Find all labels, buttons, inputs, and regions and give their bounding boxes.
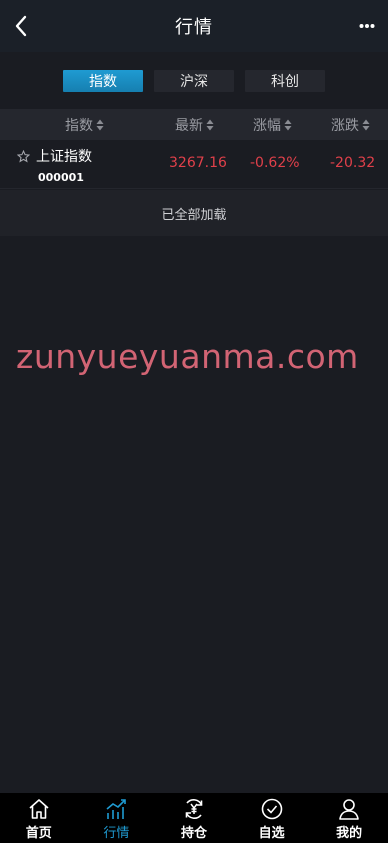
nav-label-holdings: 持仓 xyxy=(180,826,207,841)
column-change-header[interactable]: 涨跌 xyxy=(331,109,370,140)
nav-label-market: 行情 xyxy=(103,826,130,841)
star-icon[interactable] xyxy=(17,150,30,163)
chart-icon xyxy=(106,799,127,819)
user-icon xyxy=(339,799,359,820)
column-change-pct-label: 涨幅 xyxy=(253,117,281,134)
more-button[interactable] xyxy=(356,14,378,38)
top-bar: 行情 xyxy=(0,0,388,52)
tab-shanghai-shenzhen[interactable]: 沪深 xyxy=(154,69,234,92)
nav-item-watchlist[interactable]: 自选 xyxy=(233,793,311,843)
nav-item-holdings[interactable]: 持仓 xyxy=(155,793,233,843)
change-percent: -0.62% xyxy=(250,155,300,171)
tab-star-market[interactable]: 科创 xyxy=(245,69,325,92)
sort-icon xyxy=(284,119,292,130)
sort-icon xyxy=(362,119,370,130)
column-name-header[interactable]: 指数 xyxy=(65,109,104,140)
watermark-text: zunyueyuanma.com xyxy=(16,337,359,376)
table-header: 指数 最新 涨幅 涨跌 xyxy=(0,109,388,140)
column-latest-header[interactable]: 最新 xyxy=(175,109,214,140)
table-row[interactable]: 上证指数 000001 3267.16 -0.62% -20.32 xyxy=(0,140,388,189)
column-latest-label: 最新 xyxy=(175,117,203,134)
nav-item-home[interactable]: 首页 xyxy=(0,793,78,843)
column-change-label: 涨跌 xyxy=(331,117,359,134)
ellipsis-icon xyxy=(359,24,375,28)
all-loaded-status: 已全部加载 xyxy=(0,190,388,236)
column-name-label: 指数 xyxy=(65,117,93,134)
sort-icon xyxy=(96,119,104,130)
nav-label-watchlist: 自选 xyxy=(258,826,285,841)
market-tabs: 指数 沪深 科创 xyxy=(0,52,388,109)
tab-index[interactable]: 指数 xyxy=(63,69,143,92)
nav-label-home: 首页 xyxy=(25,826,52,841)
bottom-nav: 首页 行情 持仓 自选 我的 xyxy=(0,793,388,843)
yen-refresh-icon xyxy=(185,799,203,819)
back-button[interactable] xyxy=(8,12,34,40)
nav-item-market[interactable]: 行情 xyxy=(78,793,156,843)
sort-icon xyxy=(206,119,214,130)
check-circle-icon xyxy=(261,798,282,820)
stock-code: 000001 xyxy=(38,171,84,184)
column-change-pct-header[interactable]: 涨幅 xyxy=(253,109,292,140)
nav-item-profile[interactable]: 我的 xyxy=(310,793,388,843)
chevron-left-icon xyxy=(15,15,27,37)
stock-name: 上证指数 xyxy=(36,149,92,165)
page-title: 行情 xyxy=(175,17,213,38)
change-value: -20.32 xyxy=(330,155,376,171)
nav-label-profile: 我的 xyxy=(336,826,363,841)
latest-price: 3267.16 xyxy=(169,155,227,171)
home-icon xyxy=(29,799,49,819)
